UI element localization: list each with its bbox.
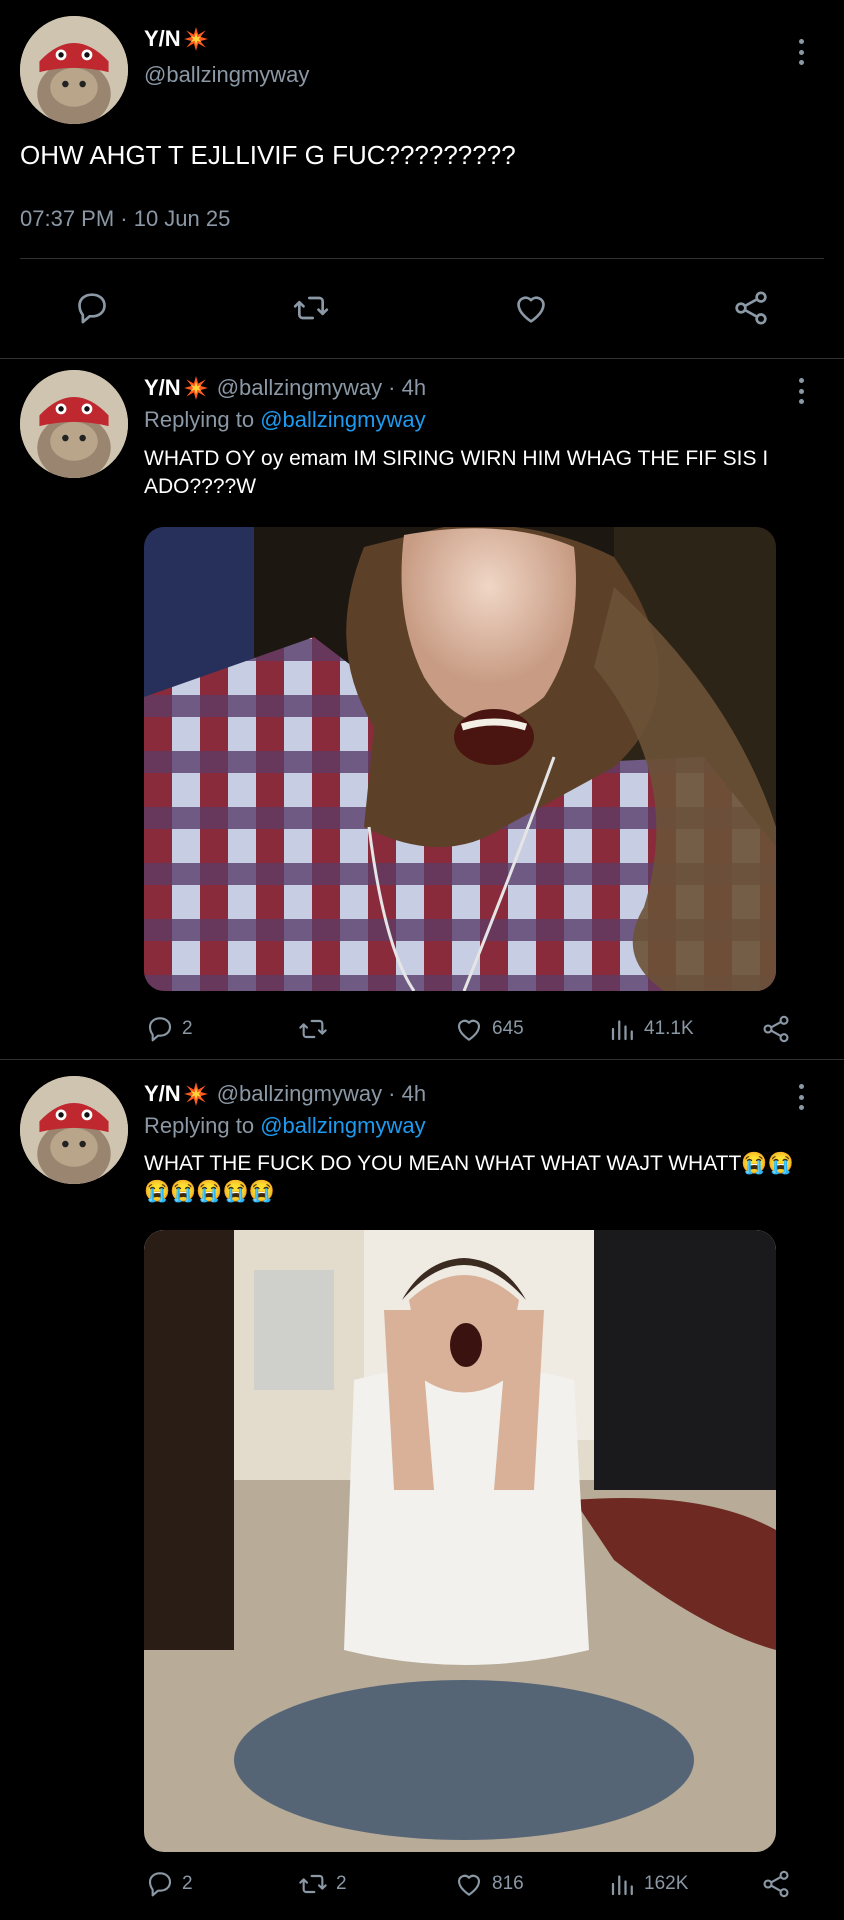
like-icon [457, 1019, 481, 1041]
share-button[interactable] [730, 288, 772, 328]
main-tweet: Y/N @ballzingmyway OHW AHGT T EJLLIVIF G… [0, 0, 844, 358]
like-button[interactable]: 816 [452, 1868, 524, 1900]
reply-button[interactable]: 2 [144, 1013, 193, 1045]
views-chart-icon [611, 1875, 633, 1896]
retweet-button[interactable]: 2 [296, 1868, 347, 1900]
retweet-icon [299, 1874, 327, 1894]
retweet-button[interactable] [296, 1013, 336, 1045]
cat-avatar-image [20, 370, 128, 478]
share-icon [735, 291, 767, 325]
retweet-button[interactable] [290, 288, 332, 328]
reply-tweet: Y/N @ballzingmyway · 4h Replying to @bal… [0, 359, 844, 1059]
replying-to-label: Replying to [144, 1113, 261, 1138]
cat-avatar-image [20, 16, 128, 124]
tweet-text: WHATD OY oy emam IM SIRING WIRN HIM WHAG… [144, 447, 769, 498]
replying-to-handle[interactable]: @ballzingmyway [260, 1113, 425, 1138]
tweet-timestamp: 07:37 PM · 10 Jun 25 [20, 206, 231, 231]
reply-tweet: Y/N @ballzingmyway · 4h Replying to @bal… [0, 1060, 844, 1920]
display-name[interactable]: Y/N [144, 1081, 181, 1107]
author-name-row: Y/N @ballzingmyway · 4h [144, 375, 426, 401]
crying-woman-photo [144, 527, 776, 991]
more-options-icon[interactable] [791, 1081, 811, 1113]
reply-button[interactable]: 2 [144, 1868, 193, 1900]
author-handle-time[interactable]: @ballzingmyway · 4h [217, 375, 426, 401]
author-handle[interactable]: @ballzingmyway [144, 62, 309, 88]
handle-row: @ballzingmyway [144, 62, 309, 88]
avatar[interactable] [20, 16, 128, 124]
like-count: 645 [492, 1018, 524, 1039]
replying-to: Replying to @ballzingmyway [144, 1113, 426, 1139]
views-chart-icon [611, 1020, 633, 1041]
tweet-media-image[interactable] [144, 1230, 776, 1852]
cat-avatar-image [20, 1076, 128, 1184]
reply-icon [148, 1872, 172, 1897]
retweet-icon [299, 1019, 327, 1039]
tweet-text: WHAT THE FUCK DO YOU MEAN WHAT WHAT WAJT… [144, 1152, 794, 1203]
views-button[interactable]: 41.1K [608, 1013, 694, 1045]
views-button[interactable]: 162K [608, 1868, 688, 1900]
collision-emoji-icon [183, 27, 208, 51]
more-options-icon[interactable] [791, 375, 811, 407]
display-name[interactable]: Y/N [144, 26, 181, 52]
view-count: 41.1K [644, 1018, 694, 1039]
author-name-row: Y/N @ballzingmyway · 4h [144, 1081, 426, 1107]
reply-count: 2 [182, 1873, 193, 1894]
view-count: 162K [644, 1873, 689, 1894]
tweet-media-image[interactable] [144, 527, 776, 991]
like-count: 816 [492, 1873, 524, 1894]
share-icon [763, 1870, 789, 1898]
replying-to-handle[interactable]: @ballzingmyway [260, 407, 425, 432]
retweet-icon [293, 296, 329, 320]
reply-icon [148, 1017, 172, 1042]
more-options-icon[interactable] [791, 36, 811, 68]
reply-button[interactable] [72, 288, 112, 328]
retweet-count: 2 [336, 1873, 347, 1894]
reply-count: 2 [182, 1018, 193, 1039]
share-button[interactable] [760, 1868, 792, 1900]
replying-to: Replying to @ballzingmyway [144, 407, 426, 433]
like-icon [457, 1874, 481, 1896]
divider [20, 258, 824, 259]
collision-emoji-icon [183, 376, 208, 400]
like-button[interactable]: 645 [452, 1013, 524, 1045]
replying-to-label: Replying to [144, 407, 261, 432]
avatar[interactable] [20, 1076, 128, 1184]
like-button[interactable] [510, 288, 552, 328]
collision-emoji-icon [183, 1082, 208, 1106]
display-name[interactable]: Y/N [144, 375, 181, 401]
screaming-boy-photo [144, 1230, 776, 1852]
reply-icon [78, 293, 106, 324]
share-icon [763, 1015, 789, 1043]
author-handle-time[interactable]: @ballzingmyway · 4h [217, 1081, 426, 1107]
author-name-row: Y/N [144, 26, 209, 52]
share-button[interactable] [760, 1013, 792, 1045]
like-icon [517, 296, 545, 323]
avatar[interactable] [20, 370, 128, 478]
tweet-text: OHW AHGT T EJLLIVIF G FUC????????? [20, 140, 516, 170]
